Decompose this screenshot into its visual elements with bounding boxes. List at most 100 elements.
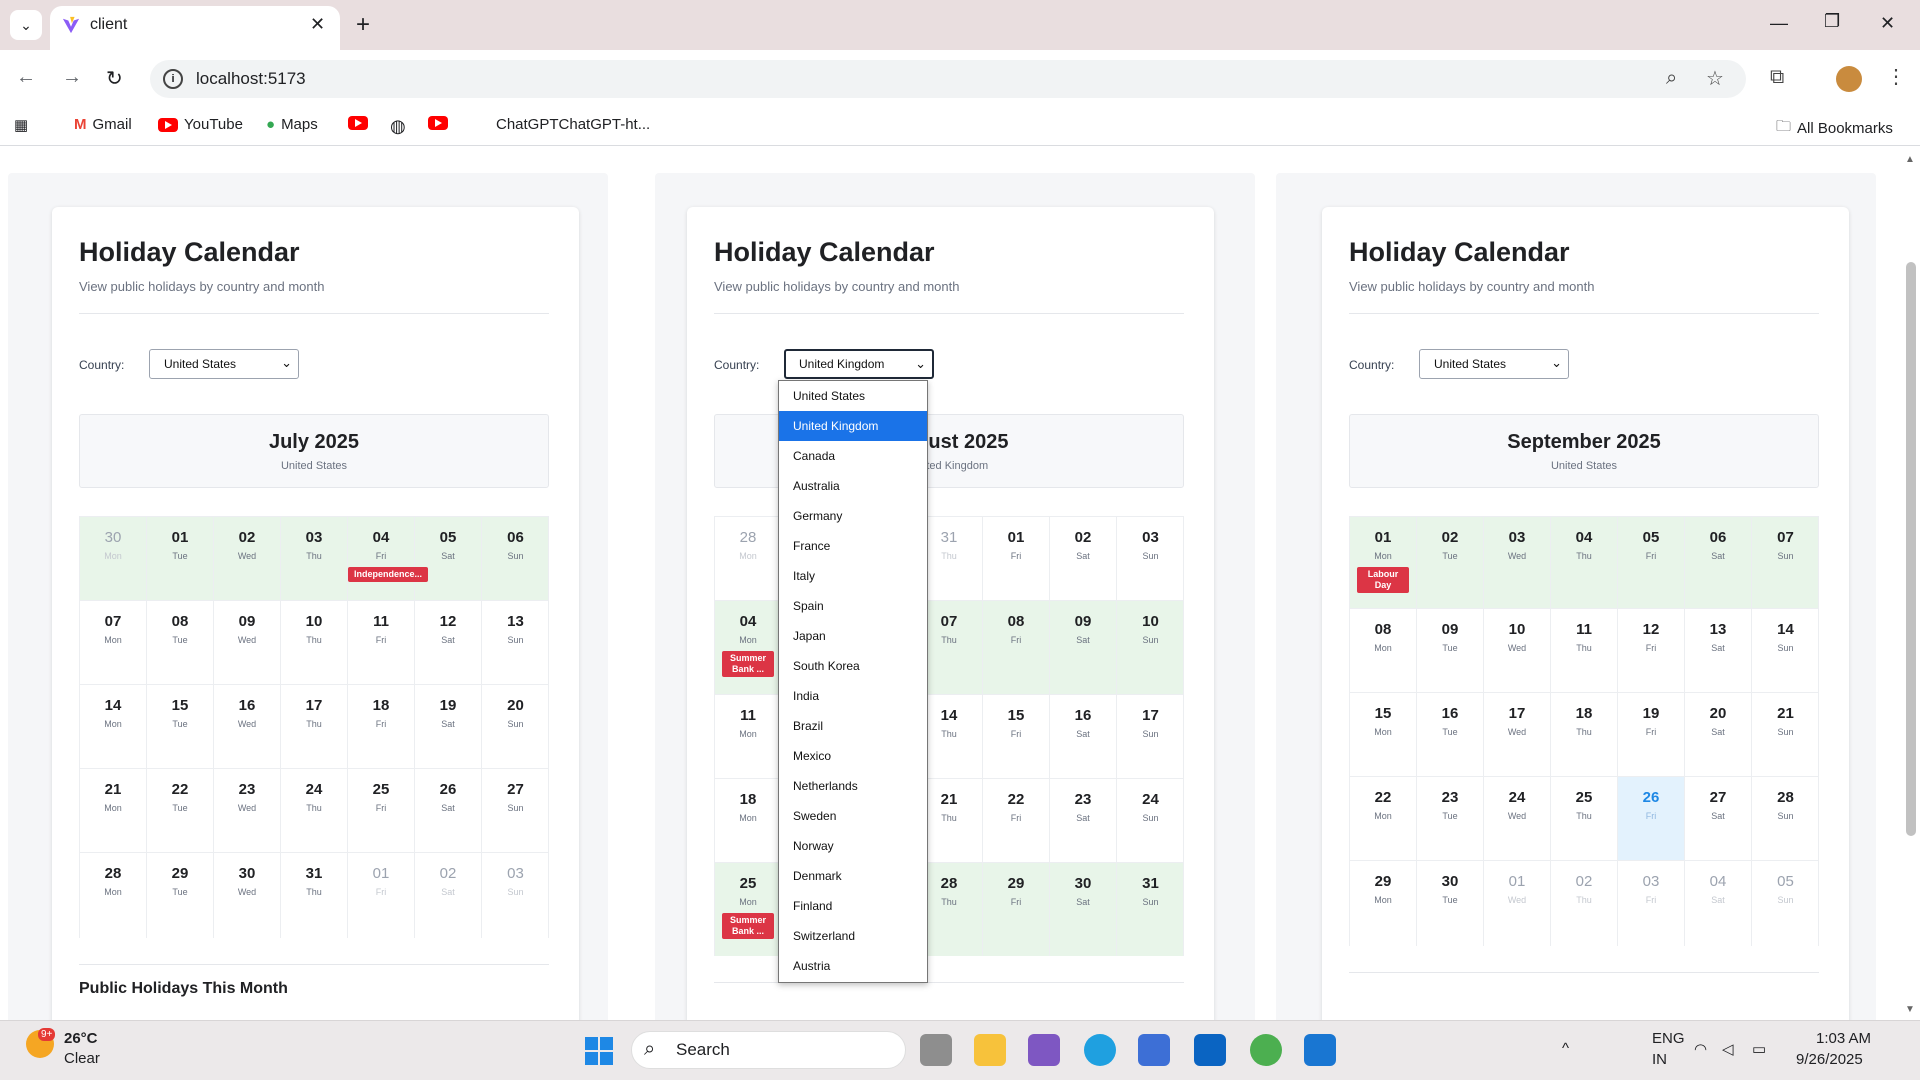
calendar-day-cell[interactable]: 12 Fri bbox=[1618, 609, 1685, 692]
microsoft-store-icon[interactable] bbox=[1138, 1034, 1170, 1066]
country-select[interactable]: United States ⌄ bbox=[149, 349, 299, 379]
country-option[interactable]: Germany bbox=[779, 501, 927, 531]
calendar-day-cell[interactable]: 02 Thu bbox=[1551, 861, 1618, 946]
calendar-day-cell[interactable]: 17 Sun bbox=[1117, 695, 1184, 778]
calendar-day-cell[interactable]: 02 Tue bbox=[1417, 517, 1484, 608]
calendar-day-cell[interactable]: 03 Fri bbox=[1618, 861, 1685, 946]
country-option[interactable]: Austria bbox=[779, 951, 927, 981]
scrollbar-thumb[interactable] bbox=[1906, 262, 1916, 836]
country-select[interactable]: United States ⌄ bbox=[1419, 349, 1569, 379]
lang-label[interactable]: ENG bbox=[1652, 1030, 1685, 1047]
country-option[interactable]: Japan bbox=[779, 621, 927, 651]
calendar-day-cell[interactable]: 16 Wed bbox=[214, 685, 281, 768]
calendar-day-cell[interactable]: 20 Sun bbox=[482, 685, 549, 768]
calendar-day-cell[interactable]: 02 Wed bbox=[214, 517, 281, 600]
tray-overflow-icon[interactable]: ^ bbox=[1562, 1040, 1569, 1057]
calendar-day-cell[interactable]: 01 Fri bbox=[348, 853, 415, 938]
volume-icon[interactable]: ◁ bbox=[1722, 1040, 1734, 1058]
calendar-day-cell[interactable]: 28 Mon bbox=[715, 517, 782, 600]
calendar-day-cell[interactable]: 25 Fri bbox=[348, 769, 415, 852]
calendar-day-cell[interactable]: 06 Sat bbox=[1685, 517, 1752, 608]
calendar-day-cell[interactable]: 05 Sat bbox=[415, 517, 482, 600]
calendar-day-cell[interactable]: 19 Sat bbox=[415, 685, 482, 768]
calendar-day-cell[interactable]: 14 Sun bbox=[1752, 609, 1819, 692]
calendar-day-cell[interactable]: 10 Thu bbox=[281, 601, 348, 684]
calendar-day-cell[interactable]: 30 Wed bbox=[214, 853, 281, 938]
country-option[interactable]: Norway bbox=[779, 831, 927, 861]
vscode-icon[interactable] bbox=[1304, 1034, 1336, 1066]
country-option[interactable]: Denmark bbox=[779, 861, 927, 891]
country-option[interactable]: Sweden bbox=[779, 801, 927, 831]
calendar-day-cell[interactable]: 30 Sat bbox=[1050, 863, 1117, 956]
scroll-down-icon[interactable]: ▼ bbox=[1905, 1004, 1915, 1015]
calendar-day-cell[interactable]: 01 Wed bbox=[1484, 861, 1551, 946]
country-option[interactable]: France bbox=[779, 531, 927, 561]
calendar-day-cell[interactable]: 09 Wed bbox=[214, 601, 281, 684]
file-explorer-icon[interactable] bbox=[974, 1034, 1006, 1066]
calendar-day-cell[interactable]: 31 Sun bbox=[1117, 863, 1184, 956]
holiday-badge[interactable]: Labour Day bbox=[1357, 567, 1409, 593]
country-option[interactable]: Brazil bbox=[779, 711, 927, 741]
calendar-day-cell[interactable]: 25 Thu bbox=[1551, 777, 1618, 860]
holiday-badge[interactable]: Summer Bank ... bbox=[722, 651, 774, 677]
calendar-day-cell[interactable]: 27 Sat bbox=[1685, 777, 1752, 860]
calendar-day-cell[interactable]: 16 Tue bbox=[1417, 693, 1484, 776]
calendar-day-cell[interactable]: 25 Mon Summer Bank ... bbox=[715, 863, 782, 956]
calendar-day-cell[interactable]: 13 Sun bbox=[482, 601, 549, 684]
calendar-day-cell[interactable]: 09 Tue bbox=[1417, 609, 1484, 692]
country-option[interactable]: Spain bbox=[779, 591, 927, 621]
calendar-day-cell[interactable]: 06 Sun bbox=[482, 517, 549, 600]
weather-temp[interactable]: 26°C bbox=[64, 1030, 98, 1047]
wifi-icon[interactable]: ◠ bbox=[1694, 1040, 1707, 1058]
calendar-day-cell[interactable]: 08 Fri bbox=[983, 601, 1050, 694]
calendar-day-cell[interactable]: 30 Mon bbox=[80, 517, 147, 600]
calendar-day-cell[interactable]: 05 Fri bbox=[1618, 517, 1685, 608]
calendar-day-cell[interactable]: 22 Mon bbox=[1350, 777, 1417, 860]
calendar-day-cell[interactable]: 13 Sat bbox=[1685, 609, 1752, 692]
calendar-day-cell[interactable]: 18 Mon bbox=[715, 779, 782, 862]
calendar-day-cell[interactable]: 10 Wed bbox=[1484, 609, 1551, 692]
calendar-day-cell[interactable]: 04 Mon Summer Bank ... bbox=[715, 601, 782, 694]
calendar-day-cell[interactable]: 15 Mon bbox=[1350, 693, 1417, 776]
calendar-day-cell[interactable]: 22 Tue bbox=[147, 769, 214, 852]
calendar-day-cell[interactable]: 15 Fri bbox=[983, 695, 1050, 778]
calendar-day-cell[interactable]: 24 Thu bbox=[281, 769, 348, 852]
calendar-day-cell[interactable]: 03 Sun bbox=[482, 853, 549, 938]
calendar-day-cell[interactable]: 10 Sun bbox=[1117, 601, 1184, 694]
calendar-day-cell[interactable]: 03 Wed bbox=[1484, 517, 1551, 608]
calendar-day-cell[interactable]: 01 Tue bbox=[147, 517, 214, 600]
calendar-day-cell[interactable]: 07 Sun bbox=[1752, 517, 1819, 608]
country-option[interactable]: Switzerland bbox=[779, 921, 927, 951]
country-option[interactable]: India bbox=[779, 681, 927, 711]
calendar-day-cell[interactable]: 20 Sat bbox=[1685, 693, 1752, 776]
calendar-day-cell[interactable]: 18 Thu bbox=[1551, 693, 1618, 776]
calendar-day-cell[interactable]: 03 Sun bbox=[1117, 517, 1184, 600]
holiday-badge[interactable]: Summer Bank ... bbox=[722, 913, 774, 939]
region-label[interactable]: IN bbox=[1652, 1051, 1667, 1068]
country-option[interactable]: Canada bbox=[779, 441, 927, 471]
calendar-day-cell[interactable]: 05 Sun bbox=[1752, 861, 1819, 946]
calendar-day-cell[interactable]: 22 Fri bbox=[983, 779, 1050, 862]
calendar-day-cell[interactable]: 29 Tue bbox=[147, 853, 214, 938]
calendar-day-cell[interactable]: 21 Mon bbox=[80, 769, 147, 852]
calendar-day-cell[interactable]: 11 Thu bbox=[1551, 609, 1618, 692]
weather-desc[interactable]: Clear bbox=[64, 1050, 100, 1067]
battery-icon[interactable]: ▭ bbox=[1752, 1040, 1766, 1058]
calendar-day-cell[interactable]: 26 Sat bbox=[415, 769, 482, 852]
country-option[interactable]: South Korea bbox=[779, 651, 927, 681]
country-dropdown-list[interactable]: United States United Kingdom Canada Austral… bbox=[778, 380, 928, 983]
windows-start-icon[interactable] bbox=[584, 1036, 614, 1066]
task-view-icon[interactable] bbox=[920, 1034, 952, 1066]
calendar-day-cell[interactable]: 07 Mon bbox=[80, 601, 147, 684]
country-select[interactable]: United Kingdom ⌄ bbox=[784, 349, 934, 379]
country-option[interactable]: United States bbox=[779, 381, 927, 411]
calendar-day-cell[interactable]: 17 Wed bbox=[1484, 693, 1551, 776]
calendar-day-cell[interactable]: 12 Sat bbox=[415, 601, 482, 684]
calendar-day-cell[interactable]: 03 Thu bbox=[281, 517, 348, 600]
calendar-day-cell[interactable]: 09 Sat bbox=[1050, 601, 1117, 694]
calendar-day-cell[interactable]: 08 Tue bbox=[147, 601, 214, 684]
calendar-day-cell[interactable]: 04 Fri Independence... bbox=[348, 517, 428, 600]
country-option[interactable]: Australia bbox=[779, 471, 927, 501]
calendar-day-cell[interactable]: 11 Fri bbox=[348, 601, 415, 684]
calendar-day-cell[interactable]: 16 Sat bbox=[1050, 695, 1117, 778]
